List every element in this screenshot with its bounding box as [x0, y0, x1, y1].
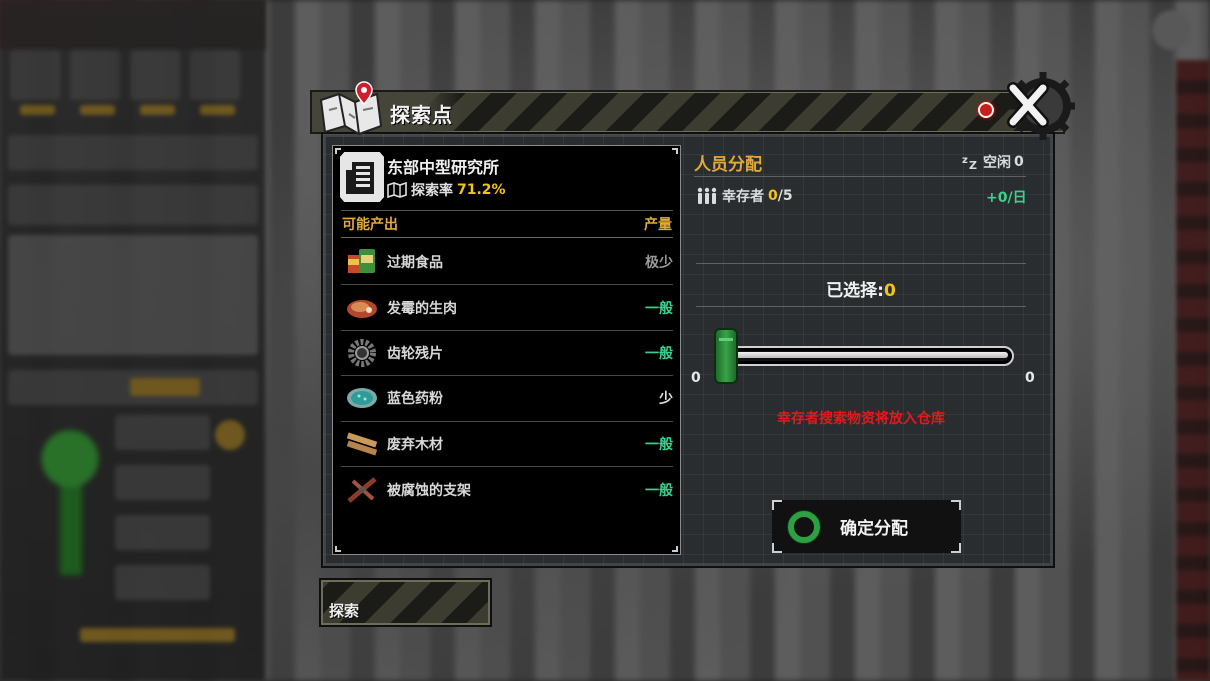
produce-item: 废弃木材 一般: [341, 422, 673, 467]
notification-dot-icon: [978, 102, 994, 118]
selected-count: 已选择:0: [696, 276, 1026, 301]
close-button[interactable]: [995, 70, 1075, 150]
per-day-yield: +0/日: [986, 190, 1027, 206]
sleep-icon: z Z: [962, 155, 977, 170]
blue-powder-icon: [347, 388, 377, 409]
survivor-label: 幸存者: [722, 189, 764, 205]
survivor-assigned: 0: [768, 188, 778, 204]
explore-rate: 探索率 71.2%: [387, 180, 506, 200]
dialog-header: 探索点: [310, 90, 1065, 134]
slider-max-label: 0: [1025, 370, 1035, 386]
produce-item: 蓝色药粉 少: [341, 376, 673, 422]
survivors-icon: [697, 187, 717, 204]
produce-list: 过期食品 极少 发霉的生肉 一般 齿轮残片 一般 蓝色药粉 少 废弃木材 一般 …: [341, 240, 673, 512]
location-info-panel: 东部中型研究所 探索率 71.2% 可能产出 产量 过期食品 极少 发霉的生肉 …: [332, 145, 681, 555]
produce-header-label: 可能产出: [342, 217, 398, 233]
explore-rate-label: 探索率: [411, 183, 453, 199]
dialog-title: 探索点: [390, 103, 453, 127]
explore-rate-value: 71.2%: [457, 182, 506, 198]
survivor-slider[interactable]: [718, 346, 1014, 366]
food-can-icon: [348, 249, 375, 274]
produce-item: 过期食品 极少: [341, 240, 673, 286]
svg-text:z: z: [962, 155, 968, 166]
idle-status: z Z 空闲 0: [962, 152, 1024, 172]
svg-text:Z: Z: [969, 159, 977, 170]
idle-label: 空闲: [983, 155, 1011, 171]
warehouse-notice: 幸存者搜索物资将放入仓库: [777, 411, 945, 427]
produce-item: 发霉的生肉 一般: [341, 285, 673, 331]
tab-explore[interactable]: 探索: [319, 578, 492, 627]
slider-min-label: 0: [691, 370, 701, 386]
confirm-assign-label: 确定分配: [840, 519, 908, 539]
survivor-total: /5: [777, 188, 793, 204]
produce-header-qty: 产量: [644, 217, 672, 233]
selected-value: 0: [883, 281, 896, 301]
gear-fragment-icon: [348, 338, 376, 367]
idle-count: 0: [1014, 154, 1024, 170]
produce-item: 齿轮残片 一般: [341, 331, 673, 377]
survivor-count: 幸存者 0/5: [696, 186, 793, 206]
map-pin-icon: [319, 81, 383, 136]
confirm-ring-icon: [788, 511, 820, 543]
map-icon: [387, 182, 407, 198]
personnel-title: 人员分配: [694, 155, 762, 175]
slider-handle[interactable]: [714, 328, 738, 384]
building-icon: [340, 152, 384, 202]
produce-header: 可能产出 产量: [341, 210, 673, 238]
location-name: 东部中型研究所: [387, 158, 500, 177]
selected-label: 已选择:: [826, 281, 884, 301]
corroded-bracket-icon: [347, 476, 377, 503]
confirm-assign-button[interactable]: 确定分配: [772, 500, 961, 553]
wood-plank-icon: [346, 432, 378, 456]
produce-item: 被腐蚀的支架 一般: [341, 467, 673, 512]
raw-meat-icon: [347, 299, 377, 318]
tab-explore-label: 探索: [329, 602, 360, 620]
